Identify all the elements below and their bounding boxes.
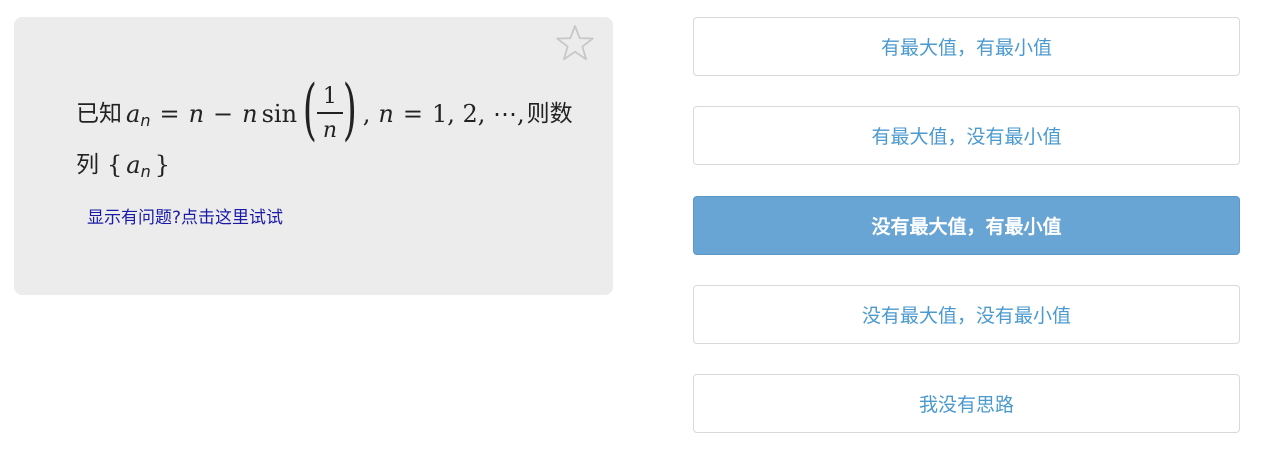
question-prefix: 已知	[76, 100, 122, 127]
question-line-1: 已知 an = n − n sin ( 1 n ) , n = 1, 2, ⋯,…	[76, 71, 576, 149]
math-sequence: 1, 2, ⋯,	[431, 100, 525, 128]
math-equals: =	[402, 100, 423, 128]
math-subscript-n: n	[140, 162, 151, 181]
math-var-n: n	[378, 100, 394, 128]
no-idea-button[interactable]: 我没有思路	[693, 374, 1240, 433]
math-brace-close: }	[154, 151, 171, 179]
math-paren-close: )	[342, 71, 357, 148]
question-page: 已知 an = n − n sin ( 1 n ) , n = 1, 2, ⋯,…	[0, 0, 1269, 450]
math-equals: =	[159, 100, 180, 128]
math-paren-open: (	[302, 71, 318, 148]
option-3-button[interactable]: 没有最大值，有最小值	[693, 196, 1240, 255]
math-minus: −	[213, 100, 234, 128]
math-var-n: n	[188, 100, 205, 128]
math-subscript-n: n	[140, 111, 151, 130]
question-card: 已知 an = n − n sin ( 1 n ) , n = 1, 2, ⋯,…	[14, 17, 613, 295]
math-brace-open: {	[107, 151, 123, 179]
question-line-2: 列 { an }	[76, 145, 576, 185]
star-icon[interactable]	[555, 23, 595, 63]
question-stem: 已知 an = n − n sin ( 1 n ) , n = 1, 2, ⋯,…	[76, 71, 576, 185]
fraction-numerator: 1	[322, 84, 337, 110]
question-line2-prefix: 列	[76, 151, 99, 178]
option-2-button[interactable]: 有最大值，没有最小值	[693, 106, 1240, 165]
math-var-a: a	[126, 100, 141, 128]
question-suffix: 则数	[526, 100, 573, 127]
math-fraction: 1 n	[316, 84, 343, 143]
option-4-button[interactable]: 没有最大值，没有最小值	[693, 285, 1240, 344]
math-var-a: a	[126, 151, 141, 179]
math-sin: sin	[261, 100, 298, 128]
math-var-n: n	[242, 100, 258, 128]
fraction-denominator: n	[322, 117, 337, 143]
option-1-button[interactable]: 有最大值，有最小值	[693, 17, 1240, 76]
fraction-bar	[316, 112, 343, 114]
display-issue-link[interactable]: 显示有问题?点击这里试试	[87, 203, 283, 228]
math-comma: ,	[362, 100, 371, 128]
